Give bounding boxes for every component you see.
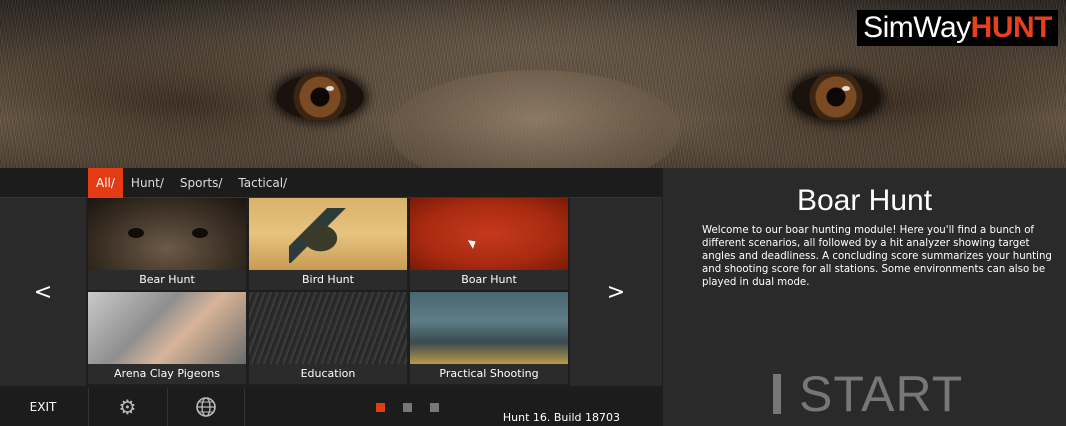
fur-thumbnail [249,292,407,364]
tile-label: Arena Clay Pigeons [88,364,246,384]
page-indicator [376,403,439,412]
tab-sports[interactable]: Sports/ [172,168,231,198]
module-grid: Bear Hunt Bird Hunt Boar Hunt Arena Clay… [88,198,568,386]
module-tile-boar-hunt[interactable]: Boar Hunt [410,198,568,290]
tile-label: Boar Hunt [410,270,568,290]
module-tile-bird-hunt[interactable]: Bird Hunt [249,198,407,290]
start-label: START [799,366,964,422]
tile-label: Practical Shooting [410,364,568,384]
next-page-button[interactable]: > [570,198,662,386]
range-thumbnail [410,292,568,364]
boar-thumbnail [410,198,568,270]
tile-label: Bird Hunt [249,270,407,290]
animal-eye-right [792,74,880,120]
chevron-left-icon: < [33,279,53,305]
bottom-toolbar: EXIT ⚙ Hunt 16. Build 18703 [0,388,662,426]
page-dot-1[interactable] [376,403,385,412]
logo-hunt: HUNT [970,11,1053,44]
tab-hunt[interactable]: Hunt/ [123,168,172,198]
page-dot-2[interactable] [403,403,412,412]
module-title: Boar Hunt [796,184,933,217]
chevron-right-icon: > [606,279,626,305]
gear-icon: ⚙ [118,395,137,419]
page-dot-3[interactable] [430,403,439,412]
language-button[interactable] [167,388,245,426]
module-tile-arena-clay-pigeons[interactable]: Arena Clay Pigeons [88,292,246,384]
settings-button[interactable]: ⚙ [88,388,166,426]
module-info-panel: Boar Hunt Welcome to our boar hunting mo… [663,168,1066,426]
start-bar-icon [773,374,781,414]
globe-icon [196,397,216,417]
shooter-thumbnail [88,292,246,364]
start-button[interactable]: START [773,366,964,422]
previous-page-button[interactable]: < [0,198,86,386]
module-tile-bear-hunt[interactable]: Bear Hunt [88,198,246,290]
module-tile-education[interactable]: Education [249,292,407,384]
logo-simway: SimWay [863,11,971,44]
hero-banner: SimWayHUNT [0,0,1066,168]
duck-shape [289,208,359,263]
tile-label: Education [249,364,407,384]
bird-thumbnail [249,198,407,270]
tab-tactical[interactable]: Tactical/ [230,168,295,198]
build-info: Hunt 16. Build 18703 [502,411,620,424]
app-logo: SimWayHUNT [857,10,1058,46]
bear-thumbnail [88,198,246,270]
tile-label: Bear Hunt [88,270,246,290]
exit-button[interactable]: EXIT [0,388,86,426]
category-filter-bar: All/ Hunt/ Sports/ Tactical/ [0,167,662,198]
module-description: Welcome to our boar hunting module! Here… [702,225,1052,288]
tab-all[interactable]: All/ [88,167,123,198]
animal-eye-left [276,74,364,120]
module-tile-practical-shooting[interactable]: Practical Shooting [410,292,568,384]
